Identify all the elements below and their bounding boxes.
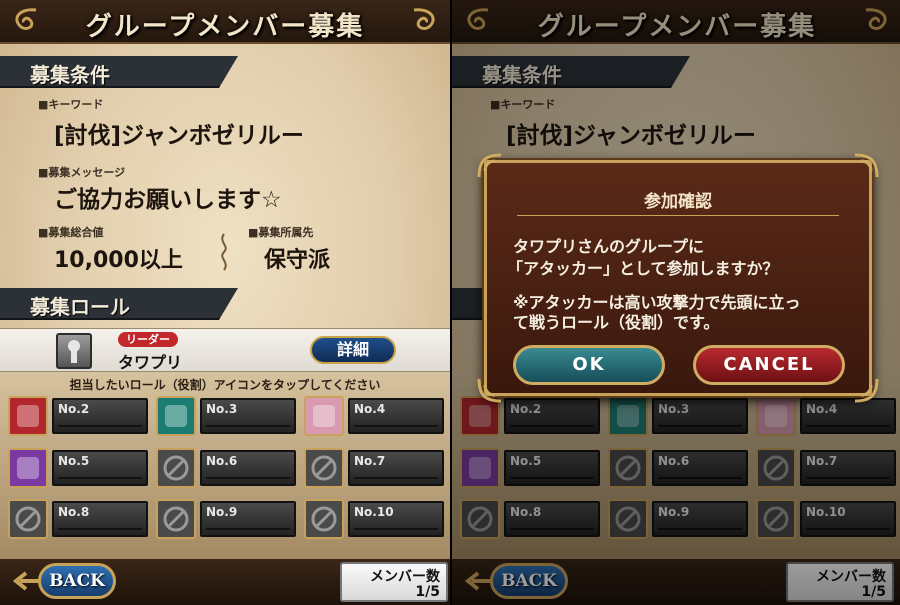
cancel-button[interactable]: CANCEL (693, 345, 845, 385)
role-slot[interactable]: No.6 (156, 448, 296, 488)
affiliation-value: 保守派 (264, 248, 331, 273)
recruitment-screen-confirm: グループメンバー募集 募集条件 ■キーワード [討伐]ジャンボゼリルー No.2… (452, 0, 900, 605)
message-value: ご協力お願いします☆ (54, 187, 282, 213)
role-slot[interactable]: No.8 (8, 499, 148, 539)
keyword-label: ■キーワード (38, 98, 104, 111)
role-slot-label: No.4 (354, 402, 386, 416)
ornament-divider-icon (221, 233, 227, 271)
member-count-box: メンバー数 1/5 (340, 562, 448, 602)
message-label: ■募集メッセージ (38, 166, 126, 179)
role-slot-box: No.6 (200, 450, 296, 486)
dialog-title: 参加確認 (644, 192, 712, 212)
role-slot-box: No.9 (200, 501, 296, 537)
dialog-message-line1: タワプリさんのグループに (513, 237, 705, 256)
empty-slot-icon[interactable] (8, 499, 48, 539)
role-slot[interactable]: No.10 (304, 499, 444, 539)
role-slot-box: No.3 (200, 398, 296, 434)
role-slot[interactable]: No.2 (8, 396, 148, 436)
role-slot[interactable]: No.3 (156, 396, 296, 436)
attacker-swords-icon[interactable] (8, 396, 48, 436)
role-slot-label: No.3 (206, 402, 238, 416)
leader-role-icon (56, 333, 92, 369)
role-slot[interactable]: No.4 (304, 396, 444, 436)
detail-button[interactable]: 詳細 (310, 336, 396, 364)
role-slot-label: No.10 (354, 505, 394, 519)
role-slot-box: No.8 (52, 501, 148, 537)
header-bar: グループメンバー募集 (0, 0, 450, 44)
role-slot-box: No.7 (348, 450, 444, 486)
total-label: ■募集総合値 (38, 226, 104, 239)
dialog-note-line2: て戦うロール（役割）です。 (513, 313, 720, 332)
defender-shield-icon[interactable] (156, 396, 196, 436)
dialog-divider (517, 215, 839, 216)
role-slot-box: No.2 (52, 398, 148, 434)
leader-row: リーダー タワプリ 詳細 (0, 328, 450, 372)
dialog-message-line2: 「アタッカー」として参加しますか？ (507, 259, 779, 278)
member-count: 1/5 (415, 584, 440, 600)
page-title: グループメンバー募集 (85, 12, 365, 42)
corner-ornament-icon (477, 378, 502, 403)
dialog-note-line1: ※アタッカーは高い攻撃力で先頭に立っ (513, 293, 801, 312)
support-group-icon[interactable] (8, 448, 48, 488)
keyword-value: [討伐]ジャンボゼリルー (54, 123, 304, 149)
role-slot-box: No.4 (348, 398, 444, 434)
role-slot-label: No.7 (354, 454, 386, 468)
role-slot-label: No.8 (58, 505, 90, 519)
corner-ornament-icon (854, 378, 879, 403)
ok-button[interactable]: OK (513, 345, 665, 385)
leader-badge: リーダー (118, 332, 178, 347)
role-slot[interactable]: No.5 (8, 448, 148, 488)
empty-slot-icon[interactable] (156, 499, 196, 539)
empty-slot-icon[interactable] (304, 448, 344, 488)
corner-ornament-icon (854, 153, 879, 178)
member-label: メンバー数 (370, 569, 440, 585)
role-slot-box: No.5 (52, 450, 148, 486)
section-conditions: 募集条件 (0, 56, 238, 88)
role-slot-label: No.2 (58, 402, 90, 416)
corner-ornament-icon (477, 153, 502, 178)
recruitment-screen: グループメンバー募集 募集条件 ■キーワード [討伐]ジャンボゼリルー ■募集メ… (0, 0, 450, 605)
confirm-dialog: 参加確認 タワプリさんのグループに 「アタッカー」として参加しますか？ ※アタッ… (477, 153, 879, 403)
empty-slot-icon[interactable] (156, 448, 196, 488)
role-slot-label: No.5 (58, 454, 90, 468)
role-slot[interactable]: No.9 (156, 499, 296, 539)
total-value: 10,000以上 (54, 248, 183, 273)
role-slot-label: No.6 (206, 454, 238, 468)
flourish-right-icon (413, 8, 435, 30)
role-slot-label: No.9 (206, 505, 238, 519)
role-slot-box: No.10 (348, 501, 444, 537)
section-roles: 募集ロール (0, 288, 238, 320)
role-hint: 担当したいロール（役割）アイコンをタップしてください (69, 378, 381, 392)
leader-name: タワプリ (118, 353, 183, 372)
healer-heart-icon[interactable] (304, 396, 344, 436)
empty-slot-icon[interactable] (304, 499, 344, 539)
affiliation-label: ■募集所属先 (248, 226, 314, 239)
role-slot[interactable]: No.7 (304, 448, 444, 488)
back-button[interactable]: BACK (38, 563, 116, 599)
